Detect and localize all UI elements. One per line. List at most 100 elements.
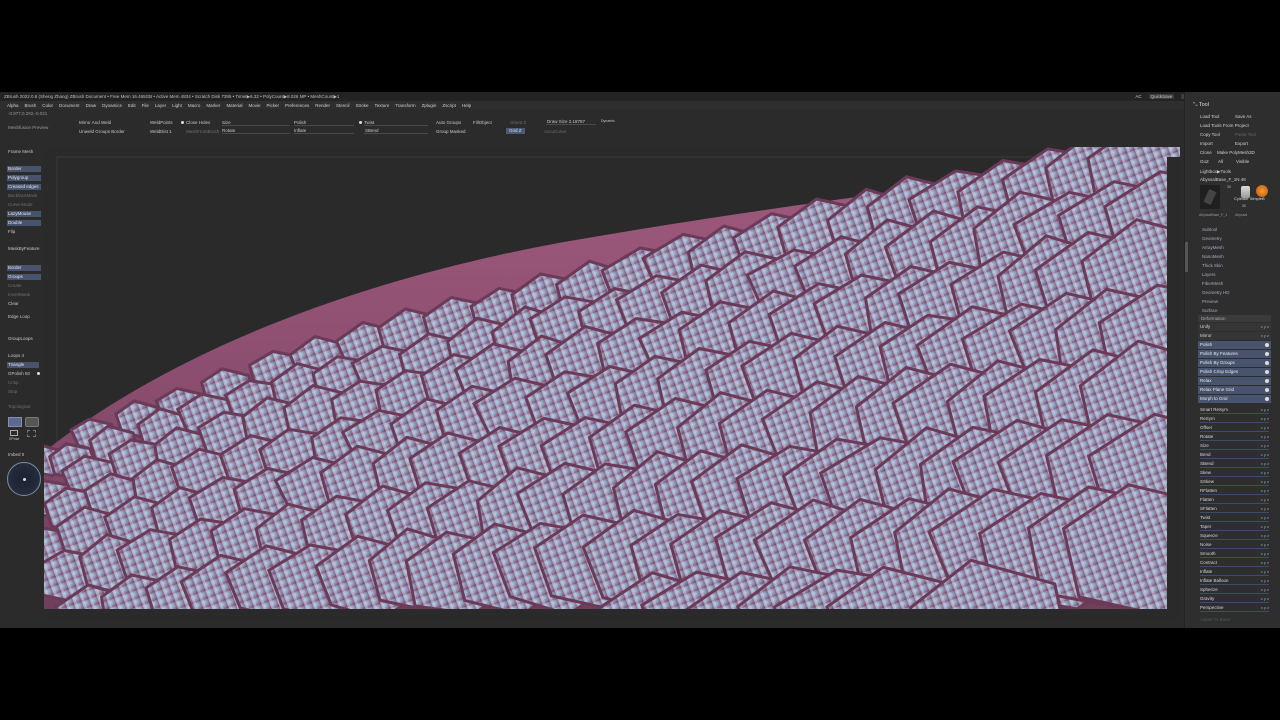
export-button[interactable]: Export <box>1235 141 1248 146</box>
imbed-slider[interactable]: Imbed 0 <box>8 452 24 457</box>
dynamic-button[interactable]: Dynamic <box>601 119 615 123</box>
menu-stencil[interactable]: Stencil <box>336 103 350 108</box>
section-geometry[interactable]: Geometry <box>1202 236 1222 241</box>
slider-track[interactable] <box>1200 557 1269 558</box>
axis-keys[interactable]: x y z <box>1261 332 1269 340</box>
stop-button[interactable]: Stop <box>8 389 17 394</box>
menu-stroke[interactable]: Stroke <box>356 103 369 108</box>
deform-polish-by-features-button[interactable]: Polish By Features <box>1198 350 1271 358</box>
color-picker-wheel[interactable] <box>7 462 41 496</box>
slider-track[interactable] <box>1200 584 1269 585</box>
make-polymesh3d-button[interactable]: Make PolyMesh3D <box>1217 150 1255 155</box>
accucurve-button[interactable]: AccuCurve <box>544 129 566 134</box>
group-masked-button[interactable]: Group Masked <box>436 129 466 134</box>
menu-file[interactable]: File <box>142 103 149 108</box>
menu-brush[interactable]: Brush <box>25 103 37 108</box>
deform-rflatten-slider[interactable]: RFlatten x y z <box>1198 487 1271 496</box>
slider-track[interactable] <box>1200 548 1269 549</box>
loops-slider[interactable]: Loops 4 <box>8 353 24 358</box>
creased-edges-toggle[interactable]: Creased edges <box>7 184 41 190</box>
section-layers[interactable]: Layers <box>1202 272 1216 277</box>
fill-object-button[interactable]: FillObject <box>473 120 492 125</box>
menu-picker[interactable]: Picker <box>266 103 279 108</box>
slider-track[interactable] <box>1200 530 1269 531</box>
deform-polish-crisp-edges-button[interactable]: Polish Crisp Edges <box>1198 368 1271 376</box>
border-toggle[interactable]: Border <box>7 166 41 172</box>
backface-mask-toggle[interactable]: BackfaceMask <box>8 193 37 198</box>
slider-track[interactable] <box>1200 512 1269 513</box>
slider-track[interactable] <box>1200 467 1269 468</box>
deform-relax-plane-grid-button[interactable]: Relax Plane Grid <box>1198 386 1271 394</box>
deform-offset-slider[interactable]: Offset x y z <box>1198 424 1271 433</box>
deform-gravity-slider[interactable]: Gravity x y z <box>1198 595 1271 604</box>
tray-divider-handle[interactable] <box>1185 242 1188 272</box>
menu-texture[interactable]: Texture <box>375 103 390 108</box>
menu-draw[interactable]: Draw <box>86 103 97 108</box>
deform-mirror-button[interactable]: Mirror x y z <box>1198 332 1271 340</box>
curve-mode-toggle[interactable]: Curve Mode <box>8 202 33 207</box>
triangle-toggle[interactable]: Triangle <box>7 362 39 368</box>
deform-noise-slider[interactable]: Noise x y z <box>1198 541 1271 550</box>
slider-track[interactable] <box>1200 611 1269 612</box>
groups-mask-toggle[interactable]: Groups <box>7 274 41 280</box>
deform-sbend-slider[interactable]: SBend x y z <box>1198 460 1271 469</box>
slider-track[interactable] <box>1200 566 1269 567</box>
lazy-mouse-toggle[interactable]: LazyMouse <box>7 211 41 217</box>
menu-marker[interactable]: Marker <box>206 103 220 108</box>
meshfusion-preview-button[interactable]: Meshfusion Preview <box>8 125 48 130</box>
section-surface[interactable]: Surface <box>1202 308 1218 313</box>
deform-flatten-slider[interactable]: Flatten x y z <box>1198 496 1271 505</box>
unweld-groups-border-button[interactable]: Unweld Groups Border <box>79 129 125 134</box>
group-loops-button[interactable]: GroupLoops <box>8 336 33 341</box>
section-preview[interactable]: Preview <box>1202 299 1218 304</box>
mesh-from-brush-button[interactable]: MeshFromBrush <box>186 129 219 134</box>
menu-render[interactable]: Render <box>315 103 330 108</box>
deform-perspective-slider[interactable]: Perspective x y z <box>1198 604 1271 613</box>
goz-button[interactable]: GoZ <box>1200 159 1209 164</box>
menu-light[interactable]: Light <box>172 103 182 108</box>
local-symmetry-icon[interactable] <box>27 430 36 437</box>
deform-polish-button[interactable]: Polish <box>1198 341 1271 349</box>
section-nanomesh[interactable]: NanoMesh <box>1202 254 1224 259</box>
invert-mask-button[interactable]: InvertMask <box>8 292 30 297</box>
clone-button[interactable]: Clone <box>1200 150 1212 155</box>
weld-dist-slider[interactable]: WeldDist 1 <box>150 129 172 134</box>
twist-slider-track[interactable] <box>364 121 428 126</box>
axis-keys[interactable]: x y z <box>1261 323 1269 331</box>
slider-track[interactable] <box>1200 440 1269 441</box>
polygroup-toggle[interactable]: Polygroup <box>7 175 41 181</box>
menu-movie[interactable]: Movie <box>248 103 260 108</box>
deform-morph-to-grid-button[interactable]: Morph to Grid <box>1198 395 1271 403</box>
polish-slider-track[interactable] <box>294 121 354 126</box>
load-tool-button[interactable]: Load Tool <box>1200 114 1219 119</box>
deform-contract-slider[interactable]: Contract x y z <box>1198 559 1271 568</box>
deformation-header[interactable]: Deformation <box>1198 315 1271 322</box>
section-fibermesh[interactable]: FiberMesh <box>1202 281 1223 286</box>
lightbox-tools-button[interactable]: Lightbox▶Tools <box>1200 169 1231 175</box>
menu-color[interactable]: Color <box>42 103 53 108</box>
paste-tool-button[interactable]: Paste Tool <box>1235 132 1256 137</box>
sbend-slider-track[interactable] <box>364 129 428 134</box>
quicksave-button[interactable]: QuickSave <box>1148 94 1175 99</box>
slider-track[interactable] <box>1200 449 1269 450</box>
section-geometry-hd[interactable]: Geometry HD <box>1202 290 1230 295</box>
copy-tool-button[interactable]: Copy Tool <box>1200 132 1220 137</box>
menu-macro[interactable]: Macro <box>188 103 201 108</box>
menu-material[interactable]: Material <box>226 103 242 108</box>
weld-points-button[interactable]: WeldPoints <box>150 120 173 125</box>
menu-zplugin[interactable]: Zplugin <box>422 103 437 108</box>
rotate-slider-track[interactable] <box>222 129 290 134</box>
menu-transform[interactable]: Transform <box>395 103 415 108</box>
grid-floor-icon[interactable] <box>8 417 22 427</box>
xpose-icon[interactable] <box>10 430 18 436</box>
slider-track[interactable] <box>1200 476 1269 477</box>
slider-track[interactable] <box>1200 458 1269 459</box>
gpolish-toggle-icon[interactable] <box>37 372 40 375</box>
save-as-button[interactable]: Save As <box>1235 114 1252 119</box>
deform-spherize-slider[interactable]: Spherize x y z <box>1198 586 1271 595</box>
auto-groups-button[interactable]: Auto Groups <box>436 120 461 125</box>
menu-layer[interactable]: Layer <box>155 103 166 108</box>
mask-by-feature-button[interactable]: MaskByFeature <box>8 246 40 251</box>
current-tool-slider[interactable]: AbyssalBase_F_1N 48 <box>1200 177 1246 182</box>
border-mask-toggle[interactable]: Border <box>7 265 41 271</box>
